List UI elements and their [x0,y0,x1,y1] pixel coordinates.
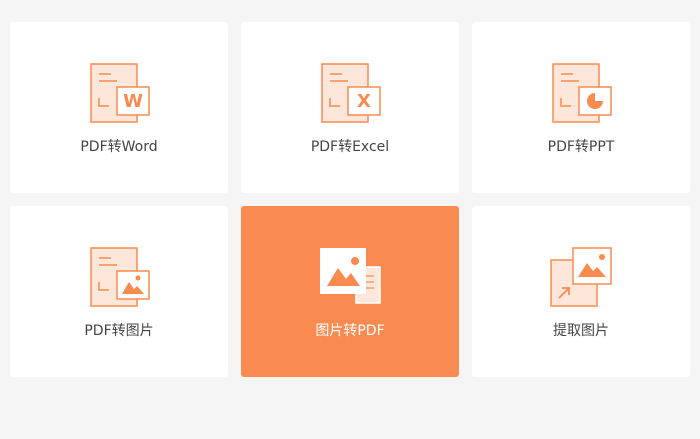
tile-label-pdf-to-excel: PDF转Excel [310,139,390,155]
conversion-tools-grid: W PDF转Word X PDF转Excel PDF转PPT PDF转图片 图片… [10,22,690,377]
extract-image-icon [549,246,613,310]
tile-label-pdf-to-ppt: PDF转PPT [547,139,615,155]
pdf-to-ppt-tile[interactable]: PDF转PPT [472,22,690,193]
svg-text:X: X [357,91,371,112]
image-to-pdf-icon [318,246,382,310]
pdf-to-word-tile[interactable]: W PDF转Word [10,22,228,193]
pdf-to-ppt-icon [549,62,613,126]
image-to-pdf-tile[interactable]: 图片转PDF [241,206,459,377]
pdf-to-word-icon: W [87,62,151,126]
extract-image-tile[interactable]: 提取图片 [472,206,690,377]
tile-label-pdf-to-image: PDF转图片 [84,323,154,339]
tile-label-image-to-pdf: 图片转PDF [315,323,385,339]
pdf-to-excel-icon: X [318,62,382,126]
tile-label-extract-image: 提取图片 [553,323,609,339]
tile-label-pdf-to-word: PDF转Word [80,139,158,155]
pdf-to-image-tile[interactable]: PDF转图片 [10,206,228,377]
svg-text:W: W [123,91,143,112]
pdf-to-image-icon [87,246,151,310]
pdf-to-excel-tile[interactable]: X PDF转Excel [241,22,459,193]
